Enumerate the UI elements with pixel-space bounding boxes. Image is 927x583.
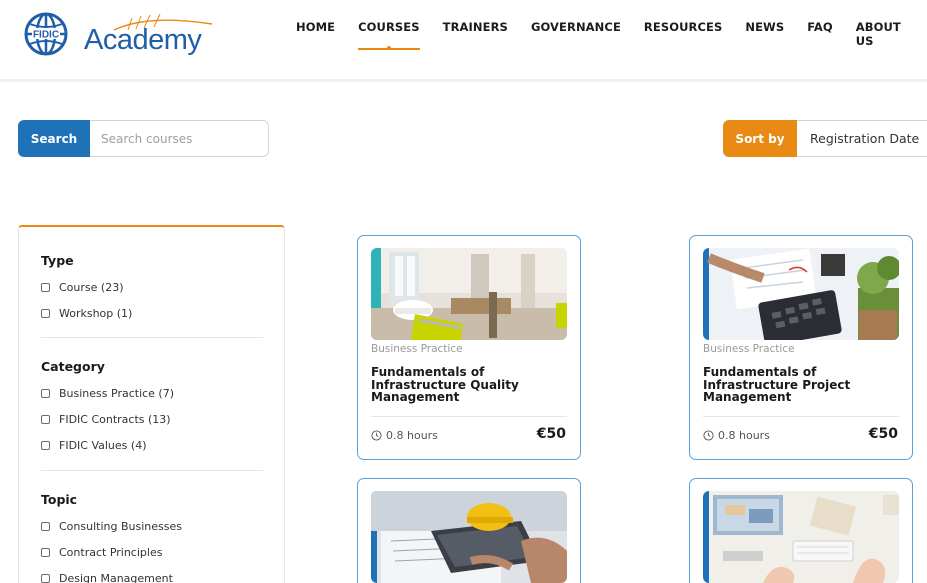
filter-group-topic: Topic Consulting Businesses Contract Pri…: [41, 492, 263, 583]
checkbox[interactable]: [41, 283, 50, 292]
site-header: FIDIC Academy HOME COURSES TRAINERS GOVE…: [0, 0, 927, 82]
course-title[interactable]: Fundamentals of Infrastructure Quality M…: [371, 366, 567, 404]
filter-option-label: Consulting Businesses: [59, 520, 182, 533]
filter-option-label: Business Practice (7): [59, 387, 175, 400]
globe-text: FIDIC: [33, 30, 59, 41]
checkbox[interactable]: [41, 574, 50, 583]
course-image-calculator-desk: [703, 248, 899, 340]
filter-group-type: Type Course (23) Workshop (1): [41, 253, 263, 333]
nav-trainers[interactable]: TRAINERS: [443, 20, 508, 48]
course-image-engineer-laptop: [371, 491, 567, 583]
search-bar: Search: [18, 120, 269, 157]
calculator-desk-illustration: [703, 248, 899, 340]
checkbox[interactable]: [41, 309, 50, 318]
construction-site-illustration: [371, 248, 567, 340]
sort-select[interactable]: Registration Date: [797, 120, 927, 157]
card-divider: [371, 416, 567, 417]
filter-option-contract-principles[interactable]: Contract Principles: [41, 546, 263, 559]
nav-news[interactable]: NEWS: [745, 20, 784, 48]
clock-icon: [371, 430, 382, 441]
course-duration: 0.8 hours: [703, 429, 770, 442]
course-duration-text: 0.8 hours: [718, 429, 770, 442]
filter-option-business-practice[interactable]: Business Practice (7): [41, 387, 263, 400]
course-category: Business Practice: [703, 343, 795, 355]
course-duration: 0.8 hours: [371, 429, 438, 442]
filter-option-fidic-contracts[interactable]: FIDIC Contracts (13): [41, 413, 263, 426]
nav-courses[interactable]: COURSES: [358, 20, 420, 50]
sort-label-button[interactable]: Sort by: [723, 120, 797, 157]
filter-option-label: Design Management: [59, 572, 173, 583]
office-desk-illustration: [703, 491, 899, 583]
logo-text: Academy: [84, 24, 202, 56]
nav-resources[interactable]: RESOURCES: [644, 20, 722, 48]
filter-option-workshop[interactable]: Workshop (1): [41, 307, 263, 320]
filter-title-topic: Topic: [41, 492, 78, 507]
nav-faq[interactable]: FAQ: [807, 20, 833, 48]
filter-option-consulting-businesses[interactable]: Consulting Businesses: [41, 520, 263, 533]
filter-title-type: Type: [41, 253, 74, 268]
filter-option-course[interactable]: Course (23): [41, 281, 263, 294]
course-card[interactable]: [689, 478, 913, 583]
checkbox[interactable]: [41, 389, 50, 398]
engineer-laptop-illustration: [371, 491, 567, 583]
filter-option-label: FIDIC Values (4): [59, 439, 147, 452]
course-category: Business Practice: [371, 343, 463, 355]
filter-option-design-management[interactable]: Design Management: [41, 572, 263, 583]
course-card[interactable]: Business Practice Fundamentals of Infras…: [357, 235, 581, 460]
sort-control: Sort by Registration Date: [723, 120, 927, 157]
logo[interactable]: FIDIC Academy: [22, 10, 213, 58]
search-input[interactable]: [90, 120, 269, 157]
filter-panel: Type Course (23) Workshop (1) Category B…: [18, 225, 285, 583]
course-duration-text: 0.8 hours: [386, 429, 438, 442]
checkbox[interactable]: [41, 548, 50, 557]
nav-governance[interactable]: GOVERNANCE: [531, 20, 621, 48]
course-card[interactable]: [357, 478, 581, 583]
main-nav: HOME COURSES TRAINERS GOVERNANCE RESOURC…: [296, 20, 927, 50]
search-button[interactable]: Search: [18, 120, 90, 157]
filter-divider: [41, 470, 263, 471]
course-price: €50: [868, 426, 898, 442]
nav-home[interactable]: HOME: [296, 20, 335, 48]
filter-option-label: Workshop (1): [59, 307, 133, 320]
course-price: €50: [536, 426, 566, 442]
course-card[interactable]: Business Practice Fundamentals of Infras…: [689, 235, 913, 460]
clock-icon: [703, 430, 714, 441]
course-image-office-desk: [703, 491, 899, 583]
checkbox[interactable]: [41, 522, 50, 531]
filter-group-category: Category Business Practice (7) FIDIC Con…: [41, 359, 263, 465]
filter-title-category: Category: [41, 359, 105, 374]
filter-option-label: Contract Principles: [59, 546, 163, 559]
checkbox[interactable]: [41, 441, 50, 450]
filter-option-fidic-values[interactable]: FIDIC Values (4): [41, 439, 263, 452]
filter-option-label: FIDIC Contracts (13): [59, 413, 171, 426]
fidic-globe-icon: FIDIC: [24, 12, 68, 56]
nav-about-us[interactable]: ABOUT US: [856, 20, 904, 48]
course-title[interactable]: Fundamentals of Infrastructure Project M…: [703, 366, 899, 404]
filter-option-label: Course (23): [59, 281, 124, 294]
filter-divider: [41, 337, 263, 338]
card-divider: [703, 416, 899, 417]
checkbox[interactable]: [41, 415, 50, 424]
course-image-construction-site: [371, 248, 567, 340]
